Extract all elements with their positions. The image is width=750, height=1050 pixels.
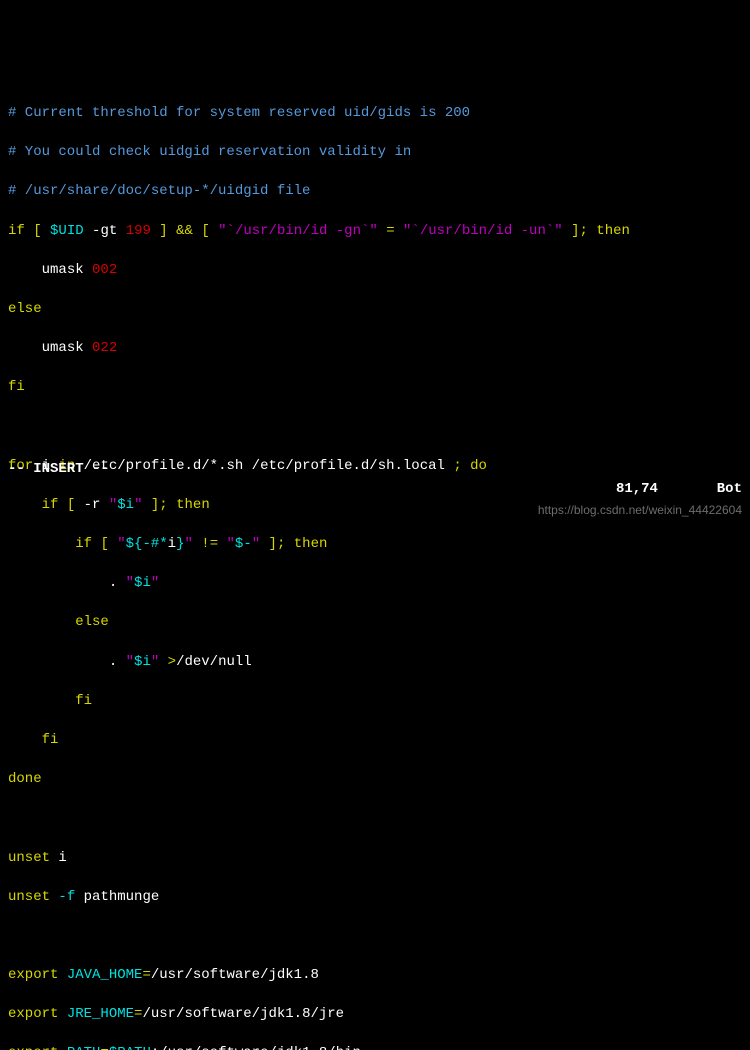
blank-line <box>8 809 742 829</box>
code-line: fi <box>8 731 742 751</box>
code-line: done <box>8 770 742 790</box>
code-line: fi <box>8 692 742 712</box>
code-line: fi <box>8 378 742 398</box>
cursor-position: 81,74 <box>616 481 658 497</box>
code-line: export PATH=$PATH:/usr/software/jdk1.8/b… <box>8 1044 742 1050</box>
comment-line: # You could check uidgid reservation val… <box>8 143 742 163</box>
code-line: . "$i" <box>8 574 742 594</box>
code-line: if [ "${-#*i}" != "$-" ]; then <box>8 535 742 555</box>
blank-line <box>8 417 742 437</box>
code-line: umask 022 <box>8 339 742 359</box>
comment-line: # Current threshold for system reserved … <box>8 104 742 124</box>
scroll-position: Bot <box>717 481 742 497</box>
watermark: https://blog.csdn.net/weixin_44422604 <box>538 502 742 519</box>
code-line: . "$i" >/dev/null <box>8 653 742 673</box>
code-line: else <box>8 613 742 633</box>
code-line: export JAVA_HOME=/usr/software/jdk1.8 <box>8 966 742 986</box>
editor-content[interactable]: # Current threshold for system reserved … <box>8 84 742 1050</box>
code-line: unset -f pathmunge <box>8 888 742 908</box>
comment-line: # /usr/share/doc/setup-*/uidgid file <box>8 182 742 202</box>
vim-mode-indicator: -- INSERT -- <box>8 460 109 519</box>
code-line: export JRE_HOME=/usr/software/jdk1.8/jre <box>8 1005 742 1025</box>
code-line: if [ $UID -gt 199 ] && [ "`/usr/bin/id -… <box>8 222 742 242</box>
code-line: else <box>8 300 742 320</box>
code-line: unset i <box>8 849 742 869</box>
blank-line <box>8 927 742 947</box>
code-line: umask 002 <box>8 261 742 281</box>
